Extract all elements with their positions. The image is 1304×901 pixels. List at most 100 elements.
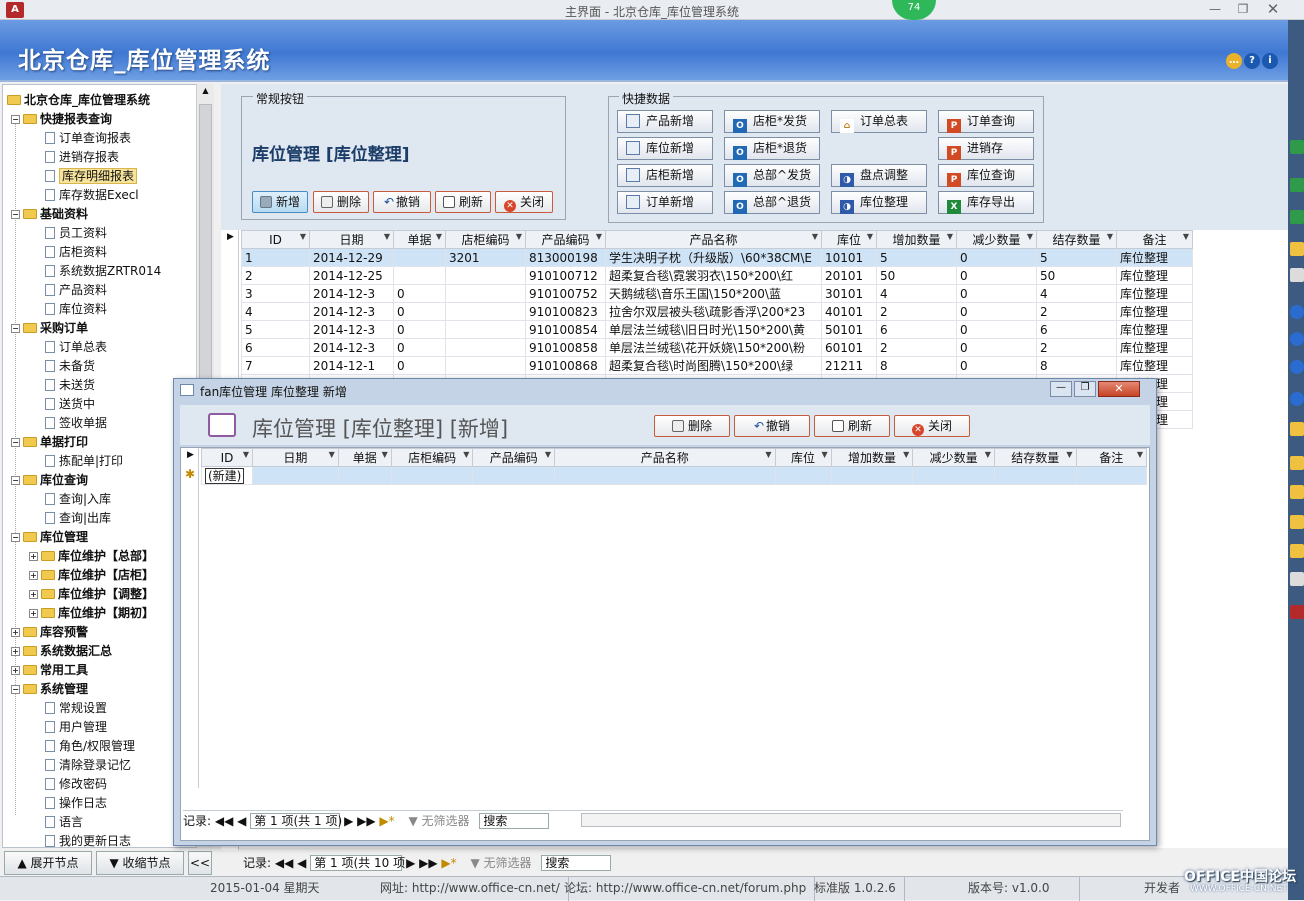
last-record-icon[interactable]: ▶▶: [357, 814, 375, 828]
next-record-icon[interactable]: ▶: [344, 814, 353, 828]
collapse-minus-icon[interactable]: −: [11, 324, 20, 333]
collapse-minus-icon[interactable]: −: [11, 476, 20, 485]
table-cell[interactable]: 4: [876, 284, 957, 303]
tree-item[interactable]: + 库容预警: [11, 623, 88, 641]
sort-dropdown-icon[interactable]: ▼: [329, 450, 335, 459]
add-button[interactable]: 新增: [252, 191, 308, 213]
tree-item[interactable]: 签收单据: [45, 414, 107, 432]
tree-item[interactable]: 库存明细报表: [45, 167, 138, 185]
no-filter-label[interactable]: 无筛选器: [422, 814, 470, 828]
column-header[interactable]: 单据 ▼: [337, 448, 392, 467]
quick-button[interactable]: O 总部^发货: [724, 164, 820, 187]
column-header[interactable]: 日期 ▼: [309, 230, 394, 249]
table-cell[interactable]: 0: [956, 338, 1037, 357]
table-cell[interactable]: 6: [241, 338, 310, 357]
popup-minimize-button[interactable]: —: [1050, 381, 1072, 397]
table-cell[interactable]: 2: [241, 266, 310, 285]
window-taskbar-icon[interactable]: [1290, 268, 1304, 282]
table-cell[interactable]: 5: [1036, 248, 1117, 267]
tree-item[interactable]: 未备货: [45, 357, 95, 375]
table-cell[interactable]: 910100712: [525, 266, 606, 285]
collapse-minus-icon[interactable]: −: [11, 685, 20, 694]
tree-item[interactable]: 产品资料: [45, 281, 107, 299]
quick-button[interactable]: 店柜新增: [617, 164, 713, 187]
table-cell[interactable]: 3: [241, 284, 310, 303]
table-cell[interactable]: 40101: [821, 302, 877, 321]
sort-dropdown-icon[interactable]: ▼: [545, 450, 551, 459]
table-row[interactable]: 7 2014-12-1 0 910100868 超柔复合毯\时尚图腾\150*200\绿…: [241, 356, 1193, 375]
popup-close-button[interactable]: ✕: [1098, 381, 1140, 397]
column-header[interactable]: 日期 ▼: [252, 448, 339, 467]
table-cell[interactable]: 0: [956, 320, 1037, 339]
record-position-field[interactable]: 第 1 项(共 10 项: [310, 855, 405, 871]
table-cell[interactable]: 813000198: [525, 248, 606, 267]
table-cell[interactable]: 4: [241, 302, 310, 321]
table-cell[interactable]: 2: [876, 302, 957, 321]
table-cell[interactable]: 6: [1036, 320, 1117, 339]
table-cell[interactable]: 30101: [821, 284, 877, 303]
table-cell[interactable]: 2014-12-3: [309, 338, 394, 357]
table-cell[interactable]: 0: [956, 356, 1037, 375]
table-cell[interactable]: 单层法兰绒毯\花开妖娆\150*200\粉: [605, 338, 822, 357]
info-icon[interactable]: i: [1262, 53, 1278, 69]
popup-search-input[interactable]: 搜索: [479, 813, 550, 829]
table-cell[interactable]: 库位整理: [1116, 302, 1193, 321]
first-record-icon[interactable]: ◀◀: [215, 814, 233, 828]
new-record-nav-icon[interactable]: ▶*: [441, 856, 456, 870]
table-cell[interactable]: 910100752: [525, 284, 606, 303]
table-cell[interactable]: 2014-12-3: [309, 320, 394, 339]
search-input[interactable]: 搜索: [541, 855, 612, 871]
tree-item[interactable]: + 常用工具: [11, 661, 88, 679]
quick-button[interactable]: O 店柜*发货: [724, 110, 820, 133]
column-header[interactable]: 备注 ▼: [1116, 230, 1193, 249]
table-cell[interactable]: 天鹅绒毯\音乐王国\150*200\蓝: [605, 284, 822, 303]
prev-record-icon[interactable]: ◀: [297, 856, 306, 870]
expand-plus-icon[interactable]: +: [11, 666, 20, 675]
quick-button[interactable]: O 总部^退货: [724, 191, 820, 214]
quick-button[interactable]: P 进销存: [938, 137, 1034, 160]
table-cell[interactable]: 超柔复合毯\霓裳羽衣\150*200\红: [605, 266, 822, 285]
collapse-nodes-button[interactable]: ▼ 收缩节点: [96, 851, 184, 875]
tree-root[interactable]: 北京仓库_库位管理系统: [7, 91, 150, 109]
sort-dropdown-icon[interactable]: ▼: [765, 450, 771, 459]
table-cell[interactable]: 库位整理: [1116, 320, 1193, 339]
column-header[interactable]: 备注 ▼: [1075, 448, 1148, 467]
column-header[interactable]: 产品编码 ▼: [525, 230, 606, 249]
tree-item[interactable]: 操作日志: [45, 794, 107, 812]
globe-taskbar-icon[interactable]: [1290, 360, 1304, 374]
column-header[interactable]: 产品名称 ▼: [605, 230, 822, 249]
expand-plus-icon[interactable]: +: [29, 571, 38, 580]
window-taskbar-icon[interactable]: [1290, 572, 1304, 586]
expand-plus-icon[interactable]: +: [11, 628, 20, 637]
tree-item[interactable]: 进销存报表: [45, 148, 119, 166]
new-record-nav-icon[interactable]: ▶*: [379, 814, 394, 828]
sort-dropdown-icon[interactable]: ▼: [1027, 232, 1033, 241]
folder-taskbar-icon[interactable]: [1290, 485, 1304, 499]
table-cell[interactable]: 2014-12-3: [309, 302, 394, 321]
table-cell[interactable]: 5: [876, 248, 957, 267]
excel-taskbar-icon[interactable]: [1290, 140, 1304, 154]
sort-dropdown-icon[interactable]: ▼: [243, 450, 249, 459]
folder-taskbar-icon[interactable]: [1290, 456, 1304, 470]
new-record-row[interactable]: (新建): [200, 466, 1148, 485]
table-cell[interactable]: 6: [876, 320, 957, 339]
quick-button[interactable]: 产品新增: [617, 110, 713, 133]
column-header[interactable]: 库位 ▼: [774, 448, 832, 467]
popup-maximize-button[interactable]: ❐: [1074, 381, 1096, 397]
expand-plus-icon[interactable]: +: [11, 647, 20, 656]
tree-item[interactable]: 拣配单|打印: [45, 452, 123, 470]
tree-item[interactable]: 系统数据ZRTR014: [45, 262, 161, 280]
next-record-icon[interactable]: ▶: [406, 856, 415, 870]
quick-button[interactable]: ⌂ 订单总表: [831, 110, 927, 133]
table-cell[interactable]: 0: [956, 302, 1037, 321]
table-cell[interactable]: 60101: [821, 338, 877, 357]
table-cell[interactable]: 0: [393, 356, 446, 375]
tree-item[interactable]: 修改密码: [45, 775, 107, 793]
sort-dropdown-icon[interactable]: ▼: [596, 232, 602, 241]
quick-button[interactable]: X 库存导出: [938, 191, 1034, 214]
minimize-button[interactable]: —: [1202, 0, 1228, 18]
table-cell[interactable]: 7: [241, 356, 310, 375]
quick-button[interactable]: P 订单查询: [938, 110, 1034, 133]
sort-dropdown-icon[interactable]: ▼: [867, 232, 873, 241]
sort-dropdown-icon[interactable]: ▼: [1066, 450, 1072, 459]
